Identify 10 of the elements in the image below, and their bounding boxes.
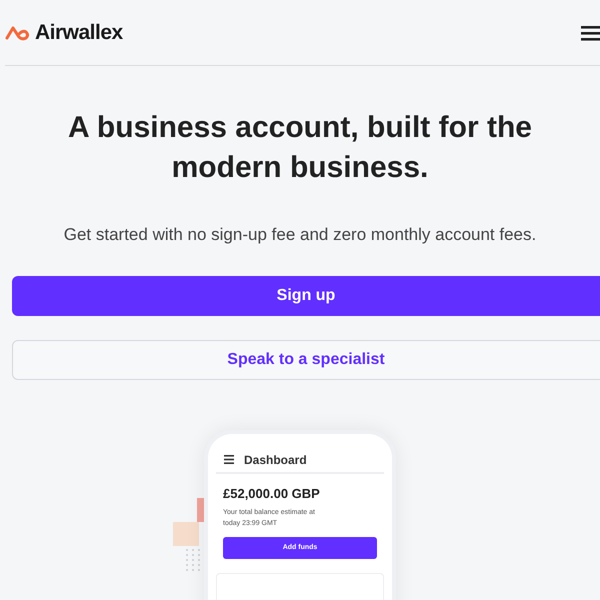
balance-amount: £52,000.00 GBP [223,484,321,502]
speak-to-specialist-button[interactable]: Speak to a specialist [12,340,600,380]
logo-wordmark[interactable]: Airwallex [35,16,123,48]
menu-icon[interactable] [581,24,600,40]
hero-subtitle: Get started with no sign-up fee and zero monthly account fees. [64,224,536,246]
menu-icon[interactable] [224,455,234,464]
dashboard-title: Dashboard [244,452,307,468]
logo-icon [5,24,31,40]
sign-up-button[interactable]: Sign up [12,276,600,316]
hero-title: A business account, built for the modern business. [67,110,533,186]
